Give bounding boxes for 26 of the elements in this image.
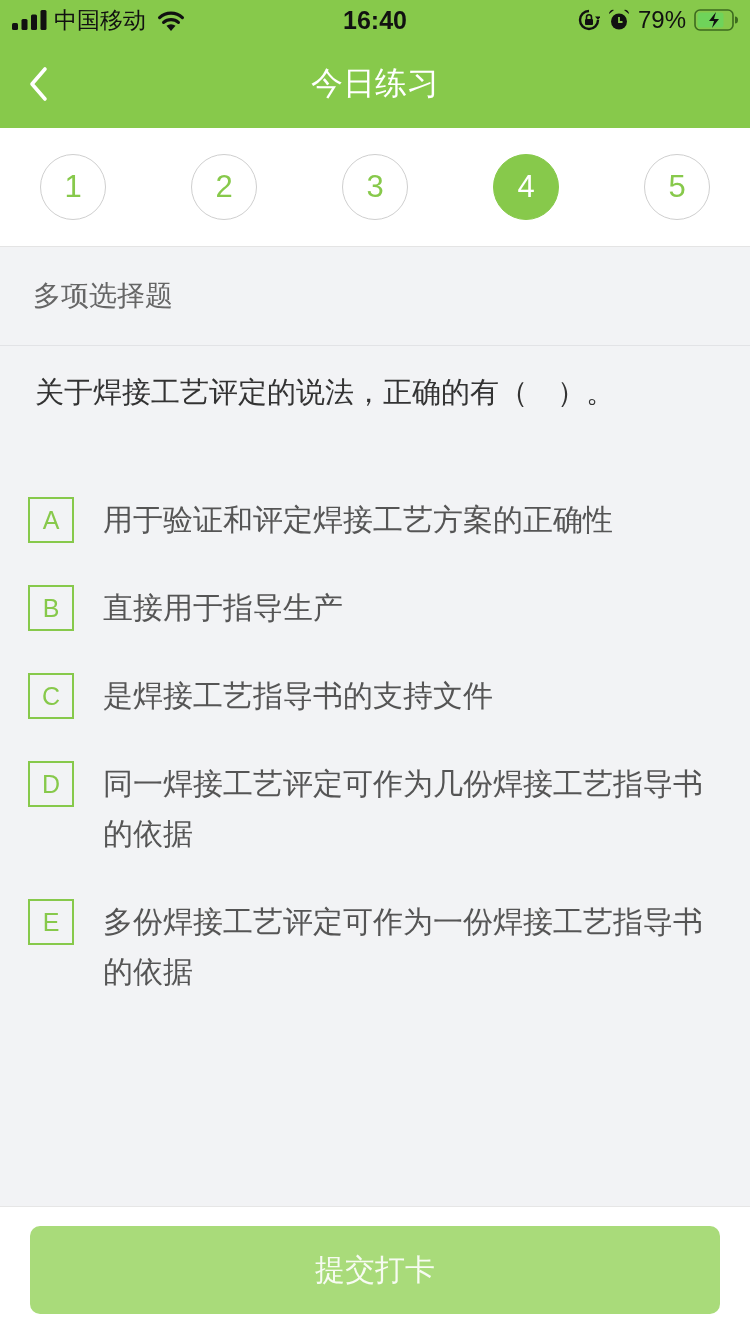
- alarm-clock-icon: [607, 9, 630, 31]
- option-text[interactable]: 多份焊接工艺评定可作为一份焊接工艺指导书的依据: [103, 897, 722, 997]
- wifi-icon: [156, 9, 186, 31]
- rotation-lock-icon: [577, 9, 600, 31]
- question-number[interactable]: 4: [493, 154, 559, 220]
- question-number[interactable]: 3: [342, 154, 408, 220]
- question-text: 关于焊接工艺评定的说法，正确的有（ ）。: [34, 375, 616, 410]
- question-type: 多项选择题: [33, 279, 173, 313]
- option-letter-checkbox[interactable]: B: [28, 585, 74, 631]
- page-title: 今日练习: [311, 64, 439, 103]
- question-number[interactable]: 5: [644, 154, 710, 220]
- question-number[interactable]: 1: [40, 154, 106, 220]
- option-letter-checkbox[interactable]: D: [28, 761, 74, 807]
- question-number[interactable]: 2: [191, 154, 257, 220]
- option-text[interactable]: 是焊接工艺指导书的支持文件: [103, 671, 722, 721]
- option-letter-checkbox[interactable]: E: [28, 899, 74, 945]
- option-text[interactable]: 用于验证和评定焊接工艺方案的正确性: [103, 495, 722, 545]
- option-text[interactable]: 直接用于指导生产: [103, 583, 722, 633]
- status-time: 16:40: [343, 5, 407, 35]
- battery-charging-icon: [694, 9, 738, 31]
- signal-icon: [12, 10, 48, 30]
- option-text[interactable]: 同一焊接工艺评定可作为几份焊接工艺指导书的依据: [103, 759, 722, 859]
- carrier-name: 中国移动: [54, 5, 146, 35]
- option-letter-checkbox[interactable]: A: [28, 497, 74, 543]
- option-letter-checkbox[interactable]: C: [28, 673, 74, 719]
- battery-percent: 79%: [637, 6, 686, 34]
